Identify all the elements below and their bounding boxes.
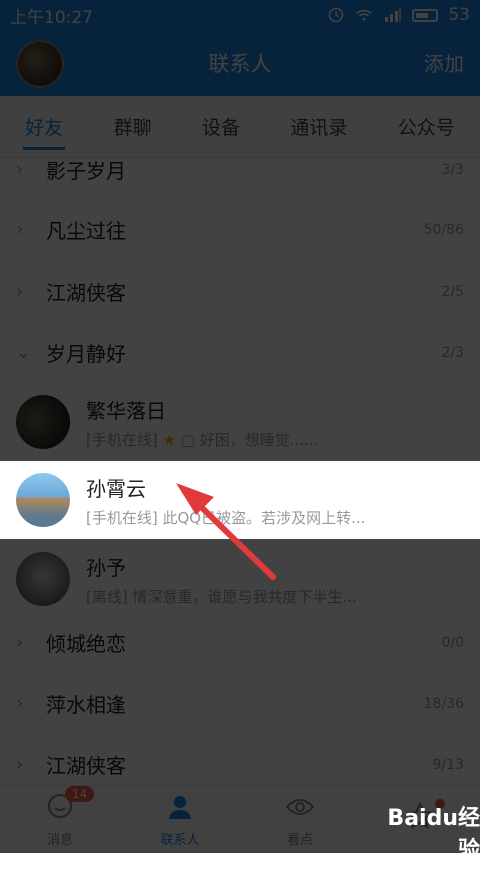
tabbar-dynamic[interactable] [375, 799, 465, 838]
watermark-url: jingyan.baidu.com [369, 864, 480, 878]
group-count: 0/0 [441, 634, 464, 651]
tabbar-label: 看点 [286, 832, 313, 848]
tabbar-discover[interactable]: 看点 [255, 792, 345, 848]
notification-dot [435, 799, 445, 809]
friend-row[interactable]: 繁华落日 [手机在线] ★ ▢ 好困，想睡觉...... [0, 383, 480, 463]
chevron-right-icon: › [16, 159, 24, 180]
add-button[interactable]: 添加 [424, 48, 464, 77]
group-name: 凡尘过往 [46, 219, 126, 243]
friend-avatar[interactable] [16, 552, 70, 606]
bottom-tab-bar: 14 消息 联系人 看点 [0, 785, 480, 853]
friend-name: 孙予 [86, 556, 126, 580]
signature-text: 情深意重，谁愿与我共度下半生... [132, 588, 357, 606]
friend-avatar[interactable] [16, 473, 70, 527]
friend-signature: [手机在线] ★ ▢ 好困，想睡觉...... [86, 429, 318, 450]
group-name: 岁月静好 [46, 342, 126, 366]
friend-name: 孙霄云 [86, 477, 146, 501]
online-status: [手机在线] [86, 509, 158, 527]
wifi-icon [356, 9, 372, 21]
status-time: 上午10:27 [10, 7, 93, 28]
tabbar-label: 联系人 [160, 832, 200, 848]
friend-signature: [离线] 情深意重，谁愿与我共度下半生... [86, 586, 357, 607]
signal-icon [385, 8, 402, 22]
tabbar-label: 消息 [46, 832, 73, 848]
tab-address-book[interactable]: 通讯录 [284, 103, 353, 150]
tab-friends[interactable]: 好友 [19, 103, 69, 150]
group-row[interactable]: ⌄ 岁月静好 2/3 [0, 323, 480, 383]
group-count: 9/13 [432, 756, 464, 773]
tab-public-accounts[interactable]: 公众号 [392, 103, 461, 150]
battery-icon [412, 8, 439, 22]
chevron-down-icon: ⌄ [16, 342, 32, 363]
group-count: 50/86 [423, 221, 464, 238]
group-row[interactable]: › 影子岁月 3/3 [0, 158, 480, 200]
group-count: 2/5 [441, 283, 464, 300]
group-row[interactable]: › 倾城绝恋 0/0 [0, 613, 480, 673]
chevron-right-icon: › [16, 632, 24, 653]
signature-text: 此QQ已被盗。若涉及网上转... [162, 509, 366, 527]
tab-devices[interactable]: 设备 [196, 103, 246, 150]
contacts-icon [169, 795, 191, 819]
group-row[interactable]: › 萍水相逢 18/36 [0, 674, 480, 734]
friend-row-highlighted[interactable]: 孙霄云 [手机在线] 此QQ已被盗。若涉及网上转... [0, 461, 480, 541]
friend-row[interactable]: 孙予 [离线] 情深意重，谁愿与我共度下半生... [0, 540, 480, 620]
my-avatar[interactable] [16, 40, 64, 88]
signature-text: 好困，想睡觉...... [199, 431, 319, 449]
chevron-right-icon: › [16, 281, 24, 302]
group-name: 萍水相逢 [46, 693, 126, 717]
status-icons: 53 [328, 5, 470, 25]
contact-tabs: 好友 群聊 设备 通讯录 公众号 [0, 96, 480, 158]
tabbar-contacts[interactable]: 联系人 [135, 792, 225, 848]
friend-signature: [手机在线] 此QQ已被盗。若涉及网上转... [86, 507, 365, 528]
star-outline-icon [405, 801, 435, 830]
group-row[interactable]: › 凡尘过往 50/86 [0, 200, 480, 260]
page-title: 联系人 [208, 52, 272, 76]
group-count: 3/3 [441, 161, 464, 178]
tab-groups[interactable]: 群聊 [108, 103, 158, 150]
online-status: [离线] [86, 588, 128, 606]
chevron-right-icon: › [16, 219, 24, 240]
group-name: 江湖侠客 [46, 281, 126, 305]
header: 联系人 添加 [0, 30, 480, 96]
tabbar-messages[interactable]: 14 消息 [15, 785, 105, 848]
group-row[interactable]: › 江湖侠客 9/13 [0, 735, 480, 785]
contact-list[interactable]: › 影子岁月 3/3 › 凡尘过往 50/86 › 江湖侠客 2/5 ⌄ 岁月静… [0, 158, 480, 785]
chevron-right-icon: › [16, 693, 24, 714]
friend-name: 繁华落日 [86, 399, 166, 423]
chevron-right-icon: › [16, 754, 24, 775]
status-bar: 上午10:27 53 [0, 0, 480, 30]
group-row[interactable]: › 江湖侠客 2/5 [0, 262, 480, 322]
online-status: [手机在线] [86, 431, 158, 449]
star-icon: ★ [162, 431, 176, 449]
group-count: 18/36 [423, 695, 464, 712]
clock-icon [329, 7, 344, 23]
eye-icon [285, 798, 315, 815]
group-name: 倾城绝恋 [46, 632, 126, 656]
photo-icon: ▢ [180, 431, 195, 449]
unread-badge: 14 [65, 785, 95, 802]
battery-level: 53 [448, 5, 470, 25]
group-count: 2/3 [441, 344, 464, 361]
friend-avatar[interactable] [16, 395, 70, 449]
group-name: 影子岁月 [46, 159, 126, 183]
group-name: 江湖侠客 [46, 754, 126, 778]
